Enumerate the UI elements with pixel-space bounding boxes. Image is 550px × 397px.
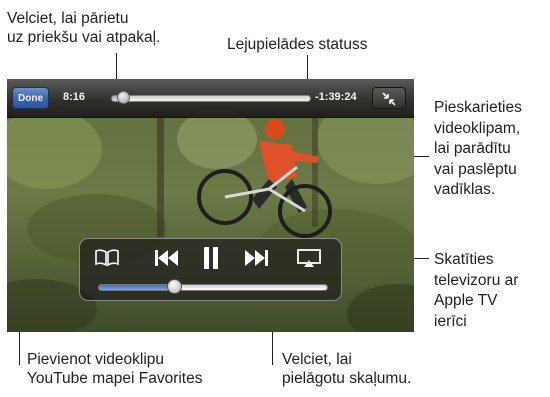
volume-track[interactable] (98, 284, 328, 291)
leader-tap-video-v (428, 156, 429, 157)
callout-airplay: Skatīties televizoru ar Apple TV ierīci (434, 250, 518, 332)
next-button[interactable] (241, 244, 273, 272)
callout-airplay-line-3: Apple TV (434, 292, 498, 309)
callout-tap-video-line-3: lai parādītu (434, 140, 511, 157)
callout-download: Lejupielādes statuss (227, 35, 367, 54)
callout-tap-video-line-5: vadīklas. (434, 181, 496, 198)
callout-tap-video-line-4: vai paslēptu (434, 160, 517, 178)
callout-scrub-line-2: uz priekšu vai atpakaļ. (7, 29, 161, 46)
callout-airplay-line-4: ierīci (434, 312, 467, 330)
scrubber-thumb[interactable] (117, 91, 130, 104)
callout-favorites: Pievienot videoklipu YouTube mapei Favor… (27, 350, 202, 388)
pause-icon (204, 247, 218, 269)
scrubber-track[interactable] (111, 95, 311, 102)
book-icon (95, 249, 119, 267)
volume-thumb[interactable] (166, 279, 182, 294)
airplay-icon (297, 249, 321, 267)
top-control-bar: Done 8:16 -1:39:24 (7, 79, 414, 118)
callout-tap-video: Pieskarieties videoklipam, lai parādītu … (434, 98, 522, 201)
shrink-button[interactable] (372, 87, 406, 109)
previous-button[interactable] (150, 244, 182, 272)
volume-fill (99, 285, 175, 290)
skip-forward-icon (245, 250, 268, 266)
callout-scrub: Velciet, lai pārietu uz priekšu vai atpa… (7, 9, 160, 47)
elapsed-time: 8:16 (63, 91, 86, 103)
callout-volume-line-1: Velciet, lai (282, 351, 352, 368)
callout-volume: Velciet, lai pielāgotu skaļumu. (282, 350, 411, 388)
callout-tap-video-line-1: Pieskarieties (434, 99, 522, 116)
callout-favorites-line-1: Pievienot videoklipu (27, 351, 165, 368)
add-to-favorites-button[interactable] (93, 244, 121, 272)
callout-download-line: Lejupielādes statuss (227, 36, 368, 53)
pause-button[interactable] (197, 244, 225, 272)
skip-back-icon (155, 250, 178, 266)
callout-airplay-line-1: Skatīties (434, 251, 494, 268)
callout-scrub-line-1: Velciet, lai pārietu (7, 10, 129, 27)
callout-airplay-line-2: televizoru ar (434, 271, 519, 289)
airplay-button[interactable] (294, 244, 324, 272)
callout-tap-video-line-2: videoklipam, (434, 119, 521, 137)
callout-volume-line-2: pielāgotu skaļumu. (282, 370, 412, 387)
shrink-icon (382, 92, 396, 106)
playback-controls-panel (79, 238, 342, 301)
callout-favorites-line-2: YouTube mapei Favorites (27, 370, 203, 387)
done-button[interactable]: Done (12, 87, 49, 109)
remaining-time: -1:39:24 (315, 91, 357, 103)
video-player-screen[interactable]: Done 8:16 -1:39:24 (7, 79, 414, 332)
